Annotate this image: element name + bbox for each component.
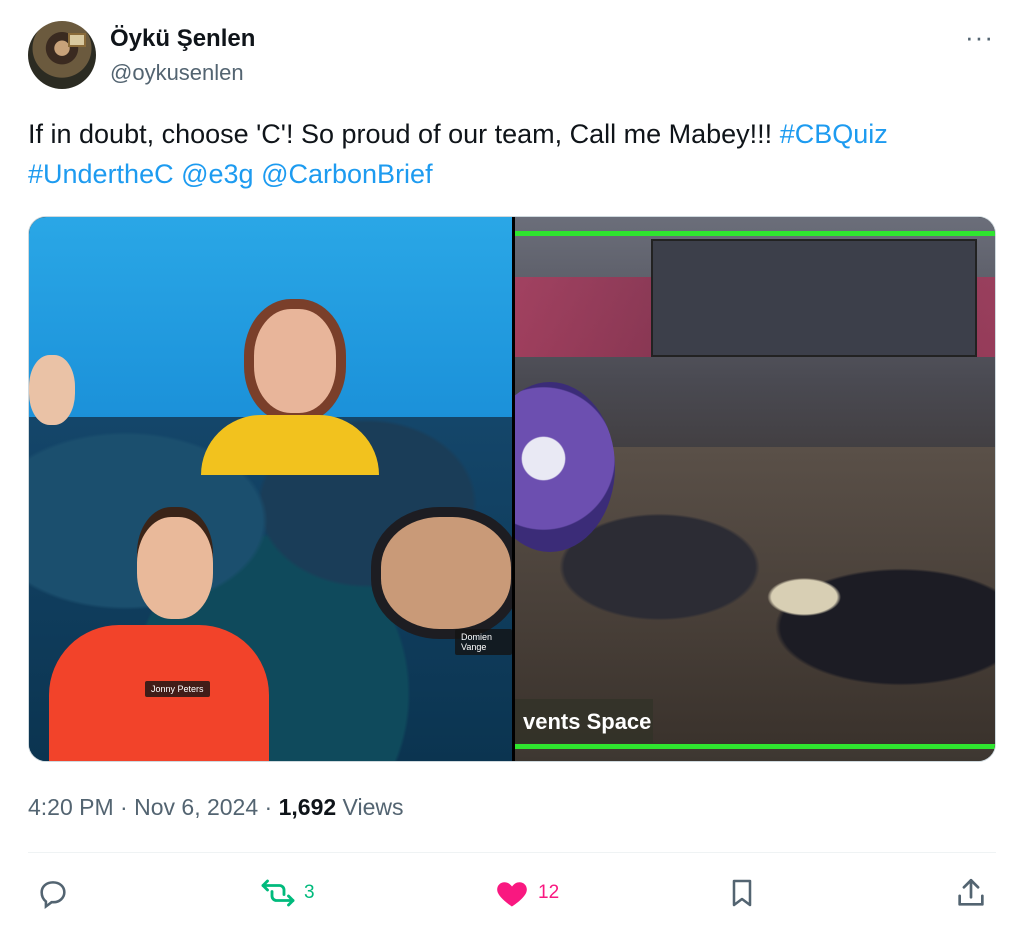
views-count: 1,692 (278, 794, 337, 820)
participant-face (137, 517, 213, 619)
bookmark-button[interactable] (726, 868, 758, 918)
meta-separator: · (120, 794, 135, 820)
events-space-label: vents Space (515, 699, 653, 743)
like-button[interactable]: 12 (494, 868, 559, 918)
reply-button[interactable] (36, 868, 70, 918)
tweet-time[interactable]: 4:20 PM (28, 794, 114, 820)
video-name-tag: Jonny Peters (145, 681, 210, 697)
views-label: Views (342, 794, 404, 820)
mention-e3g[interactable]: @e3g (181, 159, 253, 189)
reply-icon (40, 881, 66, 910)
author-handle[interactable]: @oykusenlen (110, 60, 244, 86)
retweet-button[interactable]: 3 (260, 868, 315, 918)
video-border-top (515, 231, 995, 236)
mention-carbonbrief[interactable]: @CarbonBrief (261, 159, 432, 189)
tweet-date[interactable]: Nov 6, 2024 (134, 794, 258, 820)
bookmark-icon (732, 879, 752, 907)
heart-icon (497, 882, 527, 907)
participant-face (254, 309, 336, 413)
retweet-icon (261, 879, 295, 907)
video-border-bottom (515, 744, 995, 749)
share-icon (958, 878, 984, 906)
more-icon[interactable]: ··· (965, 22, 994, 53)
author-name[interactable]: Öykü Şenlen (110, 25, 255, 53)
tweet-meta: 4:20 PM · Nov 6, 2024 · 1,692 Views (28, 794, 403, 821)
like-count: 12 (538, 882, 560, 903)
tweet-text-plain: If in doubt, choose 'C'! So proud of our… (28, 119, 780, 149)
media-grid[interactable]: Jonny Peters Domien Vange vents Space (28, 216, 996, 762)
video-name-tag: Domien Vange (455, 629, 512, 655)
avatar-frame (68, 33, 86, 47)
media-image-right[interactable]: vents Space (515, 217, 995, 761)
retweet-count: 3 (304, 882, 315, 903)
action-bar: 3 12 (0, 868, 1024, 918)
hashtag-cbquiz[interactable]: #CBQuiz (780, 119, 888, 149)
avatar[interactable] (28, 21, 96, 89)
venue-screen (651, 239, 977, 357)
hashtag-underthec[interactable]: #UndertheC (28, 159, 174, 189)
participant-face (381, 517, 511, 629)
tweet-text: If in doubt, choose 'C'! So proud of our… (28, 114, 988, 194)
media-image-left[interactable]: Jonny Peters Domien Vange (29, 217, 512, 761)
share-button[interactable] (954, 868, 988, 918)
meta-separator: · (264, 794, 279, 820)
divider (28, 852, 996, 853)
participant-face (29, 355, 75, 425)
